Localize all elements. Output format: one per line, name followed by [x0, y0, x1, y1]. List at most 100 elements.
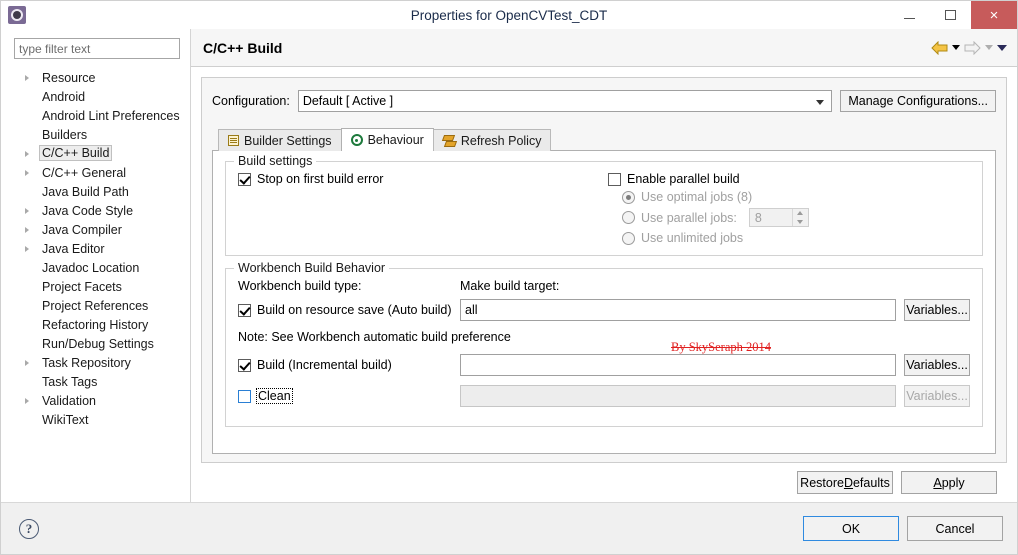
sidebar-item-java-build-path[interactable]: Java Build Path [1, 182, 190, 201]
sidebar-item-label: Java Build Path [39, 185, 132, 199]
sidebar-item-label: Builders [39, 128, 90, 142]
workbench-group-title: Workbench Build Behavior [234, 261, 389, 275]
sidebar-item-resource[interactable]: Resource [1, 68, 190, 87]
sidebar-item-refactoring-history[interactable]: Refactoring History [1, 315, 190, 334]
page-title: C/C++ Build [203, 40, 282, 56]
auto-build-variables-button[interactable]: Variables... [904, 299, 970, 321]
sidebar-item-label: Java Editor [39, 242, 108, 256]
make-build-target-label: Make build target: [460, 279, 559, 293]
expand-arrow-icon[interactable] [25, 360, 29, 366]
sidebar-item-android-lint-preferences[interactable]: Android Lint Preferences [1, 106, 190, 125]
stop-on-first-error-checkbox[interactable] [238, 173, 251, 186]
sidebar-item-label: C/C++ Build [39, 145, 112, 161]
dialog-action-buttons: OK Cancel [803, 516, 1003, 541]
sidebar-item-label: Android Lint Preferences [39, 109, 183, 123]
configuration-dropdown[interactable]: Default [ Active ] [298, 90, 833, 112]
eclipse-gear-icon [8, 6, 26, 24]
filter-input[interactable] [14, 38, 180, 59]
incremental-build-row: Build (Incremental build) Variables... [238, 354, 970, 376]
behaviour-tab-panel: Build settings Stop on first build error [212, 150, 996, 454]
back-menu-chevron-down-icon[interactable] [952, 45, 960, 50]
chevron-down-icon [816, 100, 824, 105]
incremental-build-target-input[interactable] [460, 354, 896, 376]
expand-arrow-icon[interactable] [25, 246, 29, 252]
back-arrow-icon[interactable] [931, 41, 948, 55]
sidebar-item-label: WikiText [39, 413, 92, 427]
close-button[interactable]: × [971, 1, 1017, 29]
sidebar-item-android[interactable]: Android [1, 87, 190, 106]
window-title: Properties for OpenCVTest_CDT [1, 8, 1017, 23]
tab-behaviour[interactable]: Behaviour [341, 128, 434, 151]
manage-configurations-button[interactable]: Manage Configurations... [840, 90, 996, 112]
cpp-build-panel: Configuration: Default [ Active ] Manage… [201, 77, 1007, 463]
parallel-jobs-stepper: 8 [749, 208, 809, 227]
sidebar-item-label: Task Repository [39, 356, 134, 370]
expand-arrow-icon[interactable] [25, 398, 29, 404]
sidebar-item-validation[interactable]: Validation [1, 391, 190, 410]
sidebar-item-cpp-build[interactable]: C/C++ Build [1, 144, 190, 163]
sidebar-item-builders[interactable]: Builders [1, 125, 190, 144]
help-icon[interactable]: ? [19, 519, 39, 539]
restore-defaults-button[interactable]: Restore Defaults [797, 471, 893, 494]
sidebar-item-cpp-general[interactable]: C/C++ General [1, 163, 190, 182]
minimize-button[interactable] [889, 1, 930, 29]
list-icon [228, 135, 239, 146]
incremental-build-checkbox[interactable] [238, 359, 251, 372]
sidebar-item-label: Java Code Style [39, 204, 136, 218]
sidebar-item-task-tags[interactable]: Task Tags [1, 372, 190, 391]
sidebar-item-label: Javadoc Location [39, 261, 142, 275]
sidebar-item-label: Resource [39, 71, 99, 85]
sidebar-item-java-editor[interactable]: Java Editor [1, 239, 190, 258]
sidebar-item-label: Project References [39, 299, 151, 313]
auto-build-checkbox[interactable] [238, 304, 251, 317]
sidebar-item-wikitext[interactable]: WikiText [1, 410, 190, 429]
expand-arrow-icon[interactable] [25, 75, 29, 81]
sidebar-item-label: Validation [39, 394, 99, 408]
sidebar-item-java-code-style[interactable]: Java Code Style [1, 201, 190, 220]
expand-arrow-icon[interactable] [25, 227, 29, 233]
clean-row: Clean Variables... [238, 385, 970, 407]
workbench-column-labels: Workbench build type: Make build target: [238, 279, 970, 293]
expand-arrow-icon[interactable] [25, 170, 29, 176]
dialog-content: Resource Android Android Lint Preference… [1, 29, 1017, 502]
properties-dialog: Properties for OpenCVTest_CDT × Resource [0, 0, 1018, 555]
use-optimal-jobs-radio [622, 191, 635, 204]
clean-checkbox[interactable] [238, 390, 251, 403]
configuration-label: Configuration: [212, 94, 290, 108]
incremental-build-checkbox-group[interactable]: Build (Incremental build) [238, 358, 460, 372]
expand-arrow-icon[interactable] [25, 208, 29, 214]
auto-build-checkbox-group[interactable]: Build on resource save (Auto build) [238, 303, 460, 317]
sidebar-item-project-references[interactable]: Project References [1, 296, 190, 315]
clean-checkbox-group[interactable]: Clean [238, 389, 460, 403]
workbench-build-type-label: Workbench build type: [238, 279, 460, 293]
sidebar-item-task-repository[interactable]: Task Repository [1, 353, 190, 372]
title-bar: Properties for OpenCVTest_CDT × [1, 1, 1017, 29]
maximize-button[interactable] [930, 1, 971, 29]
enable-parallel-build-row[interactable]: Enable parallel build [608, 172, 970, 186]
sidebar-item-label: Project Facets [39, 280, 125, 294]
use-unlimited-jobs-row: Use unlimited jobs [608, 231, 970, 245]
sidebar-item-run-debug-settings[interactable]: Run/Debug Settings [1, 334, 190, 353]
incremental-build-variables-button[interactable]: Variables... [904, 354, 970, 376]
tab-refresh-policy[interactable]: Refresh Policy [433, 129, 552, 151]
incremental-build-label: Build (Incremental build) [257, 358, 392, 372]
use-parallel-jobs-label: Use parallel jobs: [641, 211, 737, 225]
apply-button[interactable]: Apply [901, 471, 997, 494]
configuration-row: Configuration: Default [ Active ] Manage… [212, 90, 996, 112]
tab-builder-settings[interactable]: Builder Settings [218, 129, 342, 151]
sidebar-item-javadoc-location[interactable]: Javadoc Location [1, 258, 190, 277]
page-menu-chevron-down-icon[interactable] [997, 45, 1007, 51]
ok-button[interactable]: OK [803, 516, 899, 541]
stop-on-first-error-row[interactable]: Stop on first build error [238, 172, 608, 186]
sidebar-item-project-facets[interactable]: Project Facets [1, 277, 190, 296]
configuration-selected-value: Default [ Active ] [303, 94, 393, 108]
settings-tree: Resource Android Android Lint Preference… [1, 66, 190, 502]
expand-arrow-icon[interactable] [25, 151, 29, 157]
auto-build-target-input[interactable] [460, 299, 896, 321]
sidebar-item-java-compiler[interactable]: Java Compiler [1, 220, 190, 239]
auto-build-row: Build on resource save (Auto build) Vari… [238, 299, 970, 321]
enable-parallel-build-checkbox[interactable] [608, 173, 621, 186]
use-optimal-jobs-row: Use optimal jobs (8) [608, 190, 970, 204]
cancel-button[interactable]: Cancel [907, 516, 1003, 541]
settings-page: C/C++ Build [191, 29, 1017, 502]
